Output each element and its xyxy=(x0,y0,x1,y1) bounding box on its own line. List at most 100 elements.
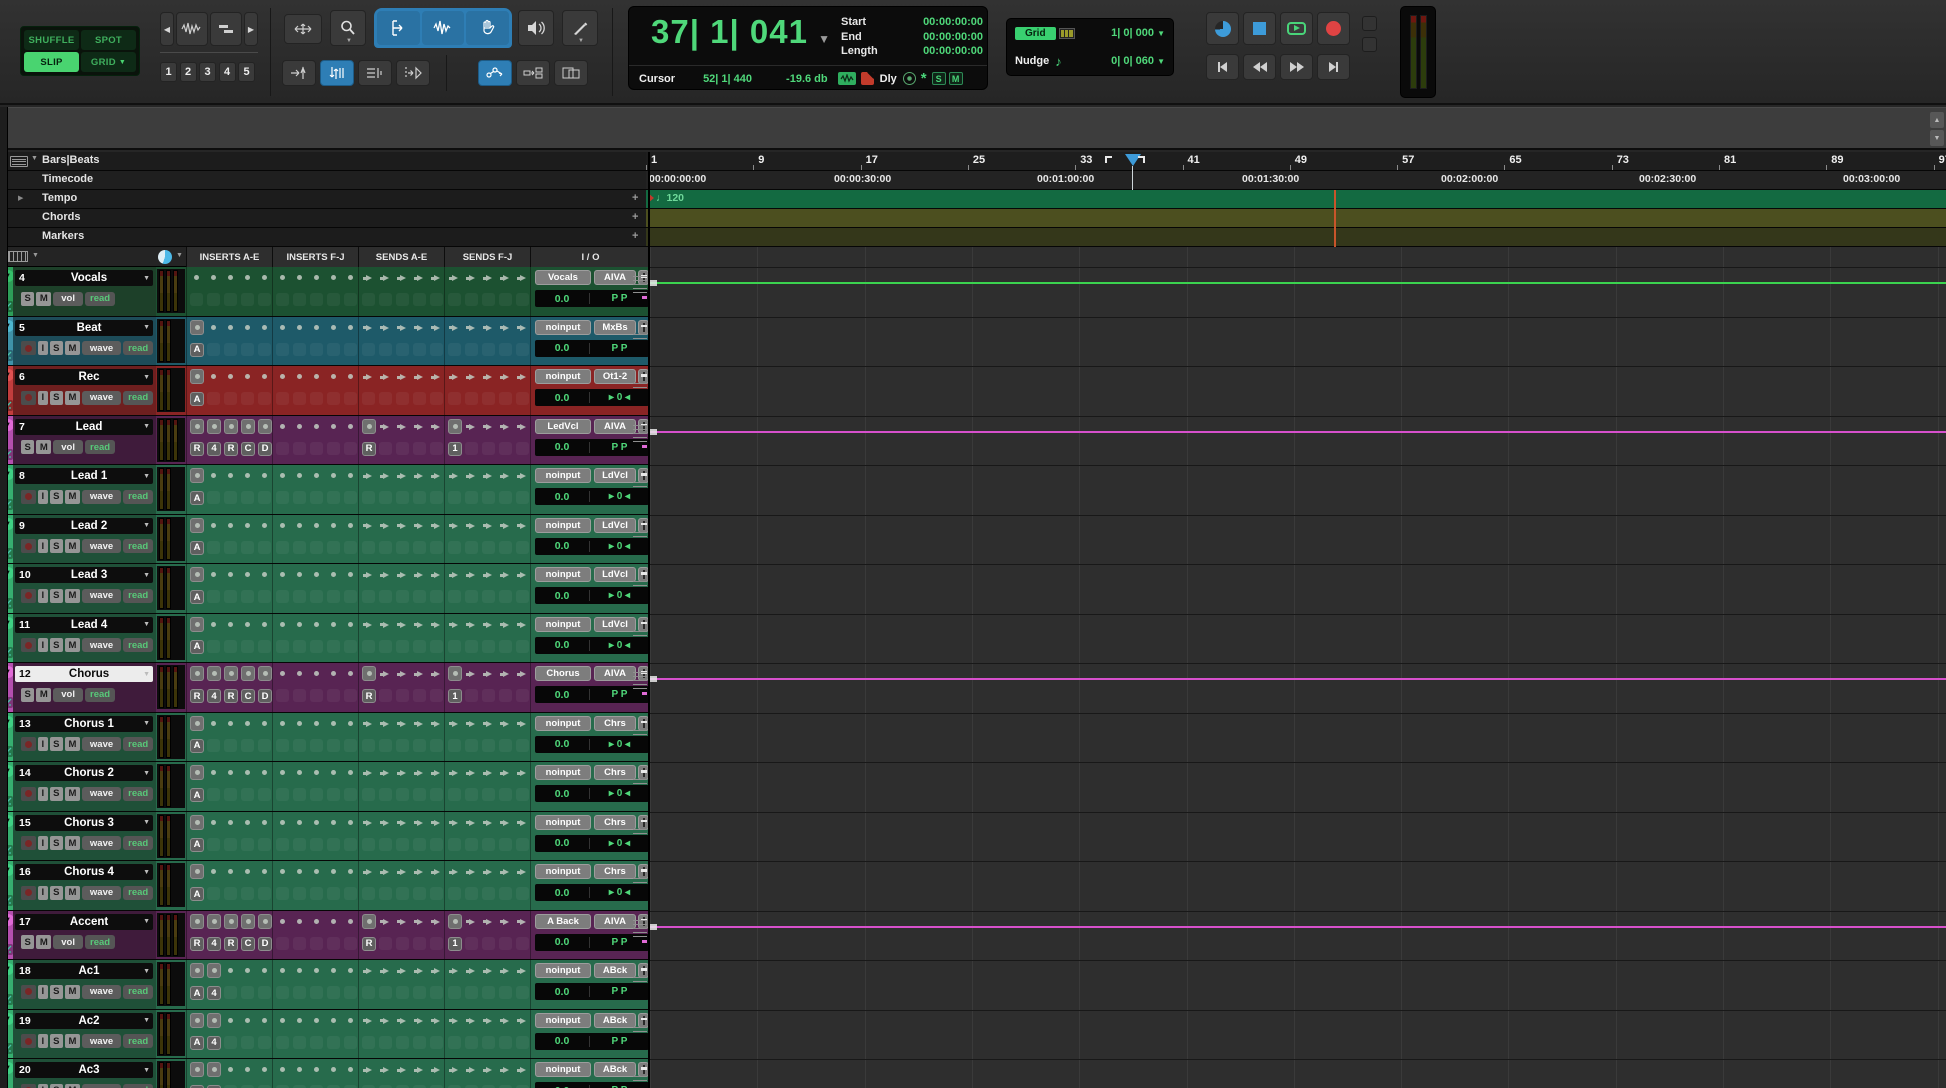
empty-assignment-slot[interactable] xyxy=(327,540,340,554)
empty-assignment-slot[interactable] xyxy=(224,837,237,851)
send-slot-icon[interactable] xyxy=(397,423,406,430)
empty-assignment-slot[interactable] xyxy=(293,293,306,306)
empty-assignment-slot[interactable] xyxy=(224,1035,237,1049)
insert-ae-assignment[interactable]: R xyxy=(190,689,204,703)
insert-slot-icon[interactable] xyxy=(211,621,216,627)
track-view-selector[interactable]: vol xyxy=(53,440,83,454)
track-volume-value[interactable]: 0.0 xyxy=(535,936,589,948)
empty-assignment-slot[interactable] xyxy=(344,540,357,554)
track-automation-mode[interactable]: read xyxy=(123,638,154,652)
track-view-selector[interactable]: wave xyxy=(81,638,122,652)
ruler-bars[interactable]: ▼ Bars|Beats 1 9 17 25 33 41 49 57 65 73… xyxy=(0,152,1946,171)
empty-assignment-slot[interactable] xyxy=(516,639,529,653)
empty-assignment-slot[interactable] xyxy=(379,936,392,950)
send-slot-icon[interactable] xyxy=(363,473,372,479)
empty-assignment-slot[interactable] xyxy=(362,887,375,900)
send-slot-icon[interactable] xyxy=(500,572,509,578)
send-slot-icon[interactable] xyxy=(517,819,526,826)
send-slot-icon[interactable] xyxy=(449,968,458,974)
insert-slot-icon[interactable] xyxy=(280,324,285,330)
track-mute-button[interactable]: M xyxy=(64,984,80,999)
insert-slot-icon[interactable] xyxy=(228,720,233,726)
track-input-selector[interactable]: A Back xyxy=(535,913,591,929)
empty-assignment-slot[interactable] xyxy=(413,590,426,603)
empty-assignment-slot[interactable] xyxy=(396,689,409,702)
selection-out-flag-icon[interactable] xyxy=(1137,156,1145,163)
transport-expand-button[interactable] xyxy=(1362,16,1377,31)
insert-slot-icon[interactable] xyxy=(314,275,319,280)
insert-slot-icon[interactable] xyxy=(331,918,336,924)
insert-slot-icon[interactable] xyxy=(348,324,353,330)
insert-slot-icon[interactable] xyxy=(348,275,353,280)
insert-slot-icon[interactable] xyxy=(297,918,302,924)
insert-slot-icon[interactable] xyxy=(228,522,233,528)
insert-ae-slot[interactable] xyxy=(207,963,221,978)
ruler-label-tempo[interactable]: Tempo xyxy=(42,192,77,204)
send-slot-icon[interactable] xyxy=(466,572,475,578)
send-slot-icon[interactable] xyxy=(380,572,389,578)
empty-assignment-slot[interactable] xyxy=(241,1035,254,1049)
end-value[interactable]: 00:00:00:00 xyxy=(923,30,983,45)
insert-ae-assignment[interactable]: D xyxy=(258,936,272,951)
empty-assignment-slot[interactable] xyxy=(516,738,529,752)
send-slot-icon[interactable] xyxy=(380,374,389,380)
send-slot-icon[interactable] xyxy=(483,522,492,529)
solo-status-badge[interactable]: S xyxy=(931,72,946,85)
insert-ae-assignment[interactable]: R xyxy=(224,689,238,703)
track-automation-mode[interactable]: read xyxy=(85,440,116,454)
insert-ae-slot[interactable] xyxy=(207,1062,221,1077)
track-output-selector[interactable]: LdVcl xyxy=(594,567,636,582)
insert-ae-slot[interactable] xyxy=(190,369,204,384)
track-solo-button[interactable]: S xyxy=(49,1034,63,1048)
empty-assignment-slot[interactable] xyxy=(327,738,340,752)
empty-assignment-slot[interactable] xyxy=(499,392,512,405)
track-name[interactable]: Chorus 2 xyxy=(35,767,143,779)
send-slot-icon[interactable] xyxy=(431,1017,440,1024)
ruler-markers[interactable]: Markers + xyxy=(0,228,1946,247)
insert-slot-icon[interactable] xyxy=(331,275,336,280)
track-pan-value[interactable]: ▸ 0 ◂ xyxy=(589,639,649,651)
send-slot-icon[interactable] xyxy=(483,1067,492,1073)
insert-slot-icon[interactable] xyxy=(314,819,319,825)
track-name-field[interactable]: 6 Rec ▼ xyxy=(15,369,153,385)
insert-slot-icon[interactable] xyxy=(280,1017,285,1023)
start-value[interactable]: 00:00:00:00 xyxy=(923,15,983,30)
counter-caret-icon[interactable]: ▼ xyxy=(818,32,831,46)
send-slot-icon[interactable] xyxy=(466,473,475,479)
empty-assignment-slot[interactable] xyxy=(379,392,392,405)
insert-ae-assignment[interactable]: A xyxy=(190,837,204,852)
empty-assignment-slot[interactable] xyxy=(413,936,426,950)
insert-ae-slot[interactable] xyxy=(190,517,204,533)
ruler-menu-icon[interactable] xyxy=(10,156,28,167)
send-slot-icon[interactable] xyxy=(449,522,458,529)
insert-slot-icon[interactable] xyxy=(314,572,319,577)
insert-slot-icon[interactable] xyxy=(245,324,250,330)
empty-assignment-slot[interactable] xyxy=(310,639,323,653)
track-input-selector[interactable]: noinput xyxy=(535,616,591,632)
track-name[interactable]: Accent xyxy=(35,916,143,928)
track-name[interactable]: Lead 1 xyxy=(35,470,143,482)
empty-assignment-slot[interactable] xyxy=(499,738,512,752)
empty-assignment-slot[interactable] xyxy=(362,590,375,603)
insert-ae-slot[interactable] xyxy=(258,666,272,681)
link-timeline-edit-button[interactable] xyxy=(320,60,354,86)
markers-lane[interactable] xyxy=(646,228,1946,246)
insert-ae-assignment[interactable]: R xyxy=(224,936,238,951)
insert-slot-icon[interactable] xyxy=(348,1017,353,1023)
tempo-expander-icon[interactable]: ▶ xyxy=(18,194,23,202)
empty-assignment-slot[interactable] xyxy=(310,293,323,306)
insert-slot-icon[interactable] xyxy=(297,869,302,874)
insert-ae-slot[interactable] xyxy=(190,468,204,483)
send-slot-icon[interactable] xyxy=(483,869,492,875)
track-input-monitor-button[interactable]: I xyxy=(38,390,48,405)
insert-ae-slot[interactable] xyxy=(190,567,204,582)
empty-assignment-slot[interactable] xyxy=(327,590,340,603)
track-solo-button[interactable]: S xyxy=(49,588,63,603)
send-slot-icon[interactable] xyxy=(500,522,509,529)
empty-assignment-slot[interactable] xyxy=(276,936,289,950)
send-slot-icon[interactable] xyxy=(397,968,406,974)
track-options-caret-icon[interactable]: ▼ xyxy=(143,770,153,777)
send-slot-icon[interactable] xyxy=(397,918,406,925)
track-name[interactable]: Lead 2 xyxy=(35,520,143,532)
track-name-field[interactable]: 10 Lead 3 ▼ xyxy=(15,567,153,583)
